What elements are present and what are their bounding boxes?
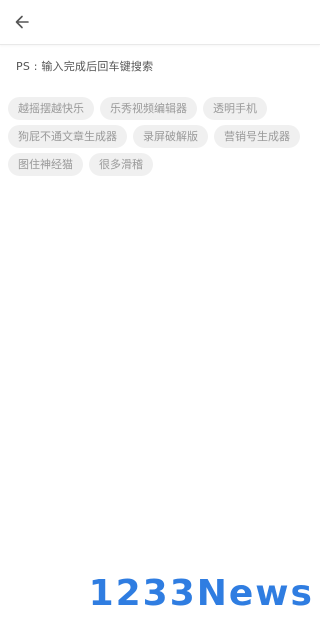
back-button[interactable] — [8, 8, 36, 36]
search-page: PS : 输入完成后回车键搜索 越摇摆越快乐 乐秀视频编辑器 透明手机 狗屁不通… — [0, 0, 320, 631]
search-tag[interactable]: 乐秀视频编辑器 — [100, 97, 197, 120]
top-bar — [0, 0, 320, 45]
search-tag[interactable]: 录屏破解版 — [133, 125, 208, 148]
watermark-logo: 1233News — [88, 573, 314, 614]
search-hint: PS : 输入完成后回车键搜索 — [16, 60, 154, 73]
search-tag[interactable]: 很多滑稽 — [89, 153, 153, 176]
arrow-left-icon — [15, 15, 29, 29]
search-tag[interactable]: 图住神经猫 — [8, 153, 83, 176]
search-tag[interactable]: 越摇摆越快乐 — [8, 97, 94, 120]
search-tag[interactable]: 营销号生成器 — [214, 125, 300, 148]
hot-search-tags: 越摇摆越快乐 乐秀视频编辑器 透明手机 狗屁不通文章生成器 录屏破解版 营销号生… — [8, 97, 314, 176]
search-tag[interactable]: 透明手机 — [203, 97, 267, 120]
search-tag[interactable]: 狗屁不通文章生成器 — [8, 125, 127, 148]
